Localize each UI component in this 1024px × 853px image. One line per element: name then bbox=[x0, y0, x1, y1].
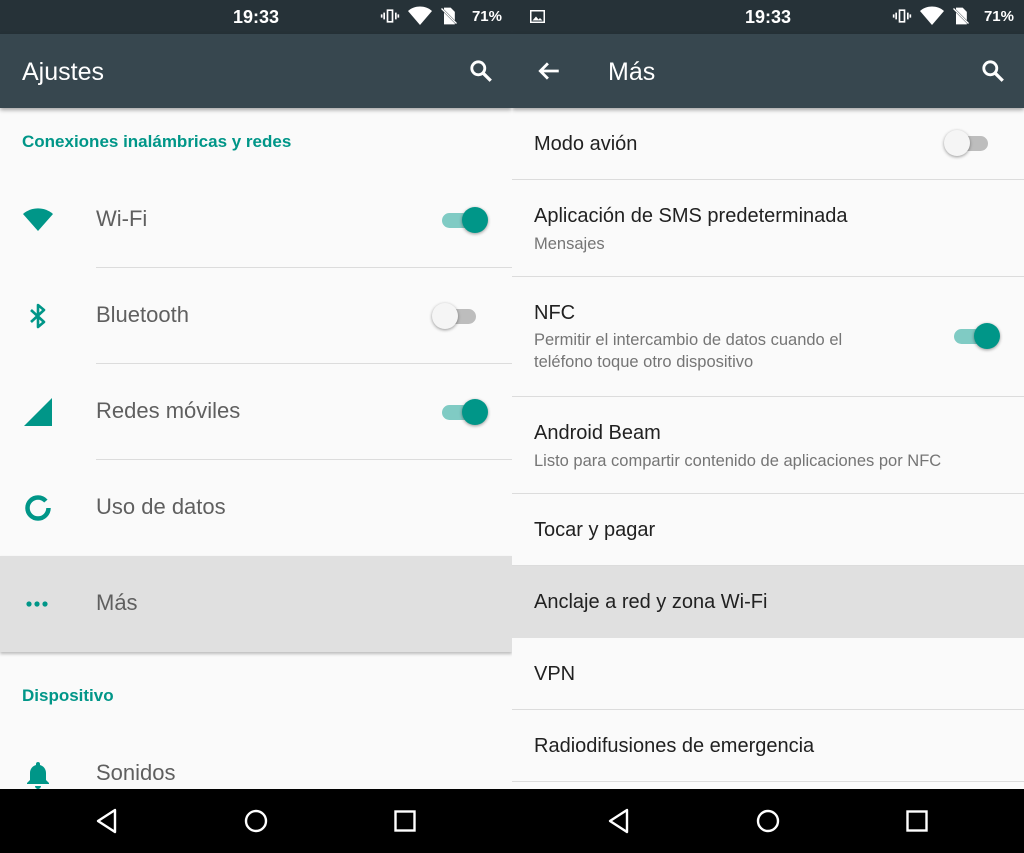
page-title: Más bbox=[608, 58, 656, 86]
setting-title: Anclaje a red y zona Wi-Fi bbox=[534, 591, 768, 613]
no-sim-icon bbox=[440, 7, 458, 25]
setting-title: Modo avión bbox=[534, 133, 638, 155]
search-icon[interactable] bbox=[468, 58, 494, 84]
airplane-mode-toggle[interactable] bbox=[944, 128, 994, 158]
home-nav-icon[interactable] bbox=[754, 807, 782, 835]
status-icons: 71% bbox=[379, 6, 502, 26]
setting-item-emergency-broadcasts[interactable]: Radiodifusiones de emergencia bbox=[512, 710, 1024, 782]
setting-subtitle: Permitir el intercambio de datos cuando … bbox=[534, 331, 843, 371]
setting-item-wifi[interactable]: Wi-Fi bbox=[0, 172, 512, 268]
status-bar: 19:33 71% bbox=[0, 0, 512, 34]
setting-item-tap-and-pay[interactable]: Tocar y pagar bbox=[512, 494, 1024, 566]
data-usage-icon bbox=[25, 495, 51, 521]
section-header-device: Dispositivo bbox=[22, 686, 114, 705]
setting-item-nfc[interactable]: NFC Permitir el intercambio de datos cua… bbox=[512, 277, 1024, 397]
setting-item-vpn[interactable]: VPN bbox=[512, 638, 1024, 710]
setting-title: Radiodifusiones de emergencia bbox=[534, 735, 815, 757]
app-toolbar: Ajustes bbox=[0, 34, 512, 108]
more-screen: 19:33 71% Más Modo avión Aplicación de S… bbox=[512, 0, 1024, 853]
setting-subtitle: Mensajes bbox=[534, 235, 605, 253]
wifi-status-icon bbox=[407, 6, 432, 25]
recents-nav-icon[interactable] bbox=[391, 807, 419, 835]
setting-title: VPN bbox=[534, 663, 576, 685]
back-nav-icon[interactable] bbox=[605, 807, 633, 835]
battery-level: 71% bbox=[471, 7, 502, 25]
setting-item-sounds[interactable]: Sonidos bbox=[0, 726, 512, 789]
setting-title: Tocar y pagar bbox=[534, 519, 656, 541]
setting-item-tethering-hotspot[interactable]: Anclaje a red y zona Wi-Fi bbox=[512, 566, 1024, 638]
recents-nav-icon[interactable] bbox=[903, 807, 931, 835]
more-settings-list: Modo avión Aplicación de SMS predetermin… bbox=[512, 108, 1024, 789]
more-icon bbox=[26, 601, 48, 607]
setting-item-android-beam[interactable]: Android Beam Listo para compartir conten… bbox=[512, 397, 1024, 494]
navigation-bar bbox=[512, 789, 1024, 853]
setting-label: Wi-Fi bbox=[96, 206, 148, 231]
setting-label: Sonidos bbox=[96, 760, 176, 785]
navigation-bar bbox=[0, 789, 512, 853]
setting-item-bluetooth[interactable]: Bluetooth bbox=[0, 268, 512, 364]
setting-title: Aplicación de SMS predeterminada bbox=[534, 205, 848, 227]
setting-item-mobile-networks[interactable]: Redes móviles bbox=[0, 364, 512, 460]
back-nav-icon[interactable] bbox=[93, 807, 121, 835]
setting-title: Android Beam bbox=[534, 422, 661, 444]
search-icon[interactable] bbox=[980, 58, 1006, 84]
setting-subtitle: Listo para compartir contenido de aplica… bbox=[534, 452, 942, 470]
section-header-wireless: Conexiones inalámbricas y redes bbox=[22, 132, 292, 151]
signal-icon bbox=[24, 398, 52, 426]
app-toolbar: Más bbox=[512, 34, 1024, 108]
setting-label: Más bbox=[96, 590, 138, 615]
vibrate-icon bbox=[380, 9, 400, 23]
bell-icon bbox=[27, 762, 49, 789]
setting-title: NFC bbox=[534, 302, 576, 324]
wifi-icon bbox=[23, 208, 53, 231]
status-bar: 19:33 71% bbox=[512, 0, 1024, 34]
bluetooth-icon bbox=[30, 303, 46, 329]
status-icons: 71% bbox=[891, 6, 1014, 26]
settings-screen: 19:33 71% Ajustes Conexiones inalámbrica… bbox=[0, 0, 512, 853]
wifi-status-icon bbox=[919, 6, 944, 25]
wifi-toggle[interactable] bbox=[440, 205, 490, 235]
back-arrow-icon[interactable] bbox=[536, 58, 562, 84]
setting-item-more[interactable]: Más bbox=[0, 556, 512, 652]
setting-label: Bluetooth bbox=[96, 302, 189, 327]
page-title: Ajustes bbox=[22, 58, 104, 86]
nfc-toggle[interactable] bbox=[952, 321, 1002, 351]
battery-level: 71% bbox=[983, 7, 1014, 25]
vibrate-icon bbox=[892, 9, 912, 23]
mobile-networks-toggle[interactable] bbox=[440, 397, 490, 427]
settings-list: Conexiones inalámbricas y redes Wi-Fi Bl… bbox=[0, 108, 512, 789]
no-sim-icon bbox=[952, 7, 970, 25]
setting-label: Uso de datos bbox=[96, 494, 226, 519]
home-nav-icon[interactable] bbox=[242, 807, 270, 835]
setting-label: Redes móviles bbox=[96, 398, 241, 423]
setting-item-default-sms-app[interactable]: Aplicación de SMS predeterminada Mensaje… bbox=[512, 180, 1024, 277]
setting-item-airplane-mode[interactable]: Modo avión bbox=[512, 108, 1024, 180]
setting-item-data-usage[interactable]: Uso de datos bbox=[0, 460, 512, 556]
bluetooth-toggle[interactable] bbox=[432, 301, 482, 331]
